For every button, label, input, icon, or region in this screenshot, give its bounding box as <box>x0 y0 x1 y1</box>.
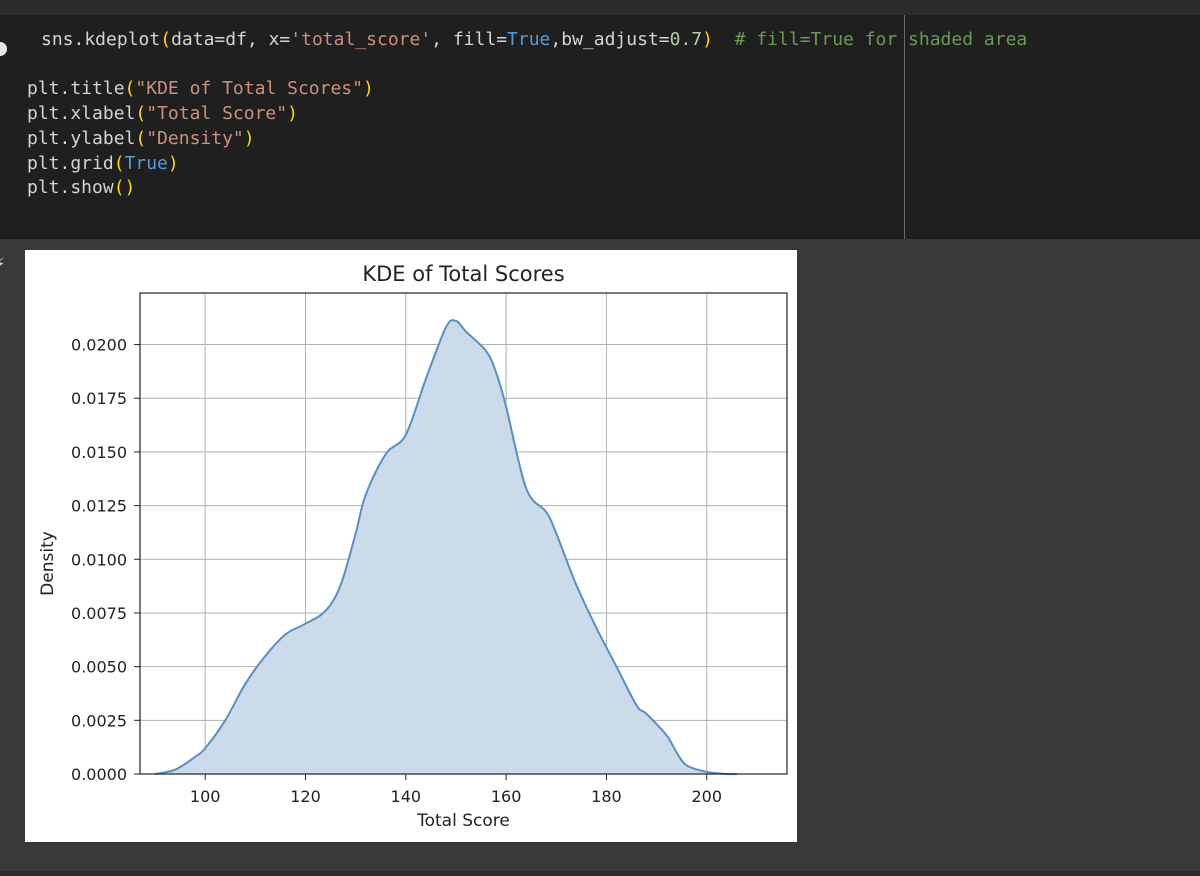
chart-title: KDE of Total Scores <box>362 262 564 286</box>
code-line: plt.xlabel("Total Score") <box>27 102 1027 127</box>
code-token: True <box>507 29 551 50</box>
code-token: ,bw_adjust= <box>550 29 670 50</box>
y-tick-label: 0.0025 <box>71 711 127 730</box>
code-token: ) <box>362 78 374 100</box>
code-token: # fill=True for shaded area <box>734 29 1028 50</box>
code-token: "KDE of Total Scores" <box>135 78 363 100</box>
code-line: sns.kdeplot(data=df, x='total_score', fi… <box>41 28 1027 53</box>
code-token: ( <box>124 78 136 100</box>
code-token: ( <box>135 103 147 125</box>
code-token: ( <box>113 152 125 174</box>
run-cell-button[interactable] <box>0 42 7 56</box>
code-token: data=df, x= <box>171 29 291 50</box>
y-axis-label: Density <box>38 531 58 596</box>
notebook-bottom-bar <box>0 871 1200 876</box>
x-tick-label: 120 <box>290 787 321 806</box>
code-token: plt.title <box>27 78 125 100</box>
code-token: 'total_score' <box>290 29 432 50</box>
x-axis-label: Total Score <box>416 811 510 831</box>
editor-ruler-line <box>904 15 905 239</box>
code-token: sns.kdeplot <box>41 29 161 50</box>
y-tick-label: 0.0000 <box>71 765 127 784</box>
y-tick-label: 0.0175 <box>71 389 127 408</box>
code-token: ( <box>135 127 147 149</box>
code-token: plt.ylabel <box>27 127 136 149</box>
x-tick-label: 200 <box>691 787 722 806</box>
code-line: plt.ylabel("Density") <box>27 127 1027 152</box>
x-tick-label: 140 <box>391 787 422 806</box>
y-tick-label: 0.0050 <box>71 658 127 677</box>
code-token: ) <box>702 29 713 50</box>
x-tick-label: 160 <box>491 787 522 806</box>
y-tick-label: 0.0075 <box>71 604 127 623</box>
output-toggle-icon[interactable]: ⚡ <box>0 256 5 272</box>
code-token: plt.show <box>27 177 114 199</box>
code-token: ( <box>160 29 172 50</box>
notebook-top-bar <box>0 0 1200 15</box>
x-tick-label: 100 <box>190 787 221 806</box>
x-tick-label: 180 <box>591 787 622 806</box>
code-line: plt.grid(True) <box>27 152 1027 177</box>
code-line: plt.show() <box>27 176 1027 201</box>
y-tick-label: 0.0125 <box>71 497 127 516</box>
code-cell[interactable]: sns.kdeplot(data=df, x='total_score', fi… <box>0 15 1200 239</box>
code-token: , fill= <box>431 29 508 50</box>
code-token: ) <box>287 103 298 125</box>
code-line: plt.title("KDE of Total Scores") <box>27 77 1027 102</box>
kde-chart: 100 120 140 160 180 200 0.0000 0.0025 0.0050 0.00… <box>38 262 788 831</box>
y-tick-label: 0.0100 <box>71 550 127 569</box>
code-token: () <box>113 177 136 199</box>
code-token: True <box>124 152 168 174</box>
code-token: 0.7 <box>669 29 703 50</box>
code-token: "Density" <box>146 127 244 149</box>
code-token: ) <box>243 127 255 149</box>
kde-area <box>155 320 737 775</box>
code-editor[interactable]: sns.kdeplot(data=df, x='total_score', fi… <box>27 28 1027 201</box>
y-tick-label: 0.0150 <box>71 443 127 462</box>
code-token: "Total Score" <box>146 103 288 125</box>
cell-output: ⚡ 100 120 140 160 180 200 0.0000 0.0025 0.0050 0.… <box>0 239 1200 871</box>
code-token: plt.grid <box>27 152 114 174</box>
plot-image: 100 120 140 160 180 200 0.0000 0.0025 0.0050 0.00… <box>25 250 797 842</box>
code-token: ) <box>167 152 179 174</box>
y-tick-label: 0.0200 <box>71 336 127 355</box>
code-token: plt.xlabel <box>27 103 136 125</box>
